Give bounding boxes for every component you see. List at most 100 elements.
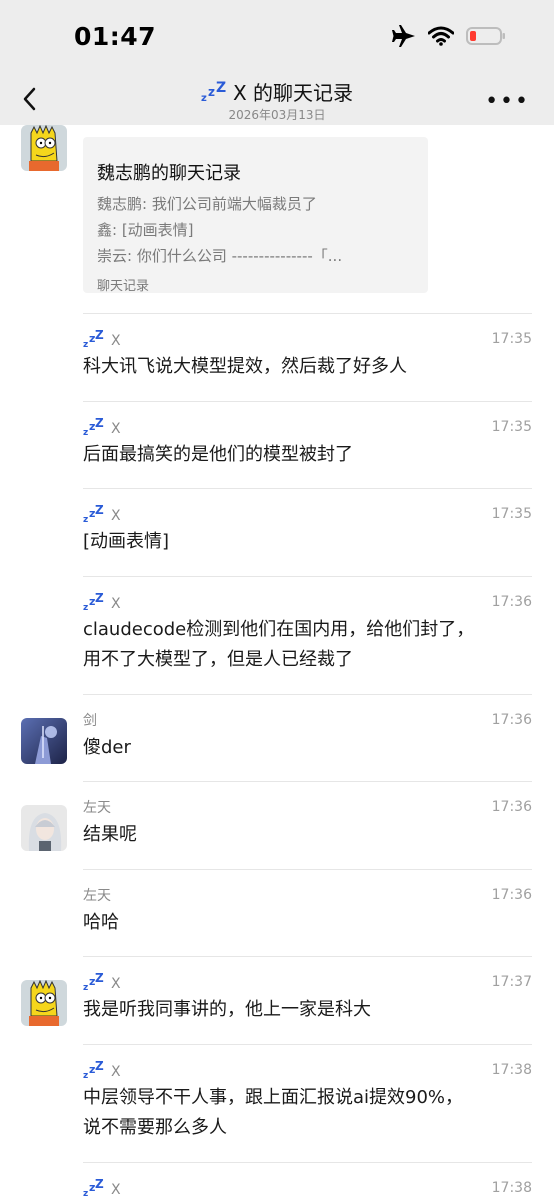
sender-name: 剑 <box>83 710 97 730</box>
message-divider <box>83 1044 532 1045</box>
message-text[interactable]: 科大讯飞说大模型提效，然后裁了好多人 <box>83 352 513 382</box>
sender-label: X <box>111 333 121 349</box>
message-divider <box>83 401 532 402</box>
svg-text:z: z <box>201 93 207 103</box>
message-divider <box>83 694 532 695</box>
message-time: 17:35 <box>491 331 532 347</box>
battery-icon <box>466 27 505 45</box>
sender-name: 左天 <box>83 885 111 905</box>
message-line: 科大讯飞说大模型提效，然后裁了好多人 <box>83 356 407 377</box>
svg-text:Z: Z <box>95 504 104 517</box>
sender-name: zzZ X <box>83 971 121 996</box>
svg-text:z: z <box>83 515 88 524</box>
svg-text:z: z <box>83 1189 88 1198</box>
message-time: 17:36 <box>491 594 532 610</box>
more-options-icon[interactable]: ••• <box>485 89 530 114</box>
sender-label: 剑 <box>83 713 97 729</box>
svg-text:z: z <box>83 603 88 612</box>
zzz-icon: zzZ <box>83 1059 105 1084</box>
message-text[interactable]: 中层领导不干人事，跟上面汇报说ai提效90%， 说不需要那么多人 <box>83 1083 513 1143</box>
message-text[interactable]: claudecode检测到他们在国内用，给他们封了， 用不了大模型了，但是人已经裁… <box>83 615 513 675</box>
chat-record-line: 崇云: 你们什么公司 ---------------「... <box>97 247 343 265</box>
sender-label: X <box>111 1064 121 1080</box>
message-time: 17:36 <box>491 799 532 815</box>
chat-record-line: 魏志鹏: 我们公司前端大幅裁员了 <box>97 195 317 213</box>
chat-history[interactable]: 魏志鹏的聊天记录 魏志鹏: 我们公司前端大幅裁员了 鑫: [动画表情] 崇云: … <box>0 125 554 1199</box>
chat-record-footer: 聊天记录 <box>97 279 150 294</box>
sender-label: X <box>111 421 121 437</box>
message-divider <box>83 313 532 314</box>
avatar[interactable] <box>21 805 67 851</box>
page-title: X 的聊天记录 <box>232 81 354 105</box>
sender-name: zzZ X <box>83 591 121 616</box>
chat-record-card[interactable]: 魏志鹏的聊天记录 魏志鹏: 我们公司前端大幅裁员了 鑫: [动画表情] 崇云: … <box>83 137 428 294</box>
sender-name: zzZ X <box>83 416 121 441</box>
avatar[interactable] <box>21 125 67 171</box>
sender-label: X <box>111 508 121 524</box>
message-line: claudecode检测到他们在国内用，给他们封了， <box>83 619 475 640</box>
message-text[interactable]: 后面最搞笑的是他们的模型被封了 <box>83 440 513 470</box>
zzz-icon: zzZ <box>83 591 105 616</box>
svg-text:Z: Z <box>216 81 226 96</box>
avatar[interactable] <box>21 980 67 1026</box>
svg-text:Z: Z <box>95 329 104 342</box>
sender-label: X <box>111 596 121 612</box>
message-line: 傻der <box>83 737 131 758</box>
zzz-icon: z z Z <box>201 81 226 103</box>
message-line: 哈哈 <box>83 912 119 933</box>
message-text[interactable]: 我是听我同事讲的，他上一家是科大 <box>83 995 513 1025</box>
message-divider <box>83 781 532 782</box>
message-divider <box>83 488 532 489</box>
zzz-icon: zzZ <box>83 416 105 441</box>
message-line: 说不需要那么多人 <box>83 1117 227 1138</box>
message-divider <box>83 1162 532 1163</box>
sender-name: zzZ X <box>83 1177 121 1199</box>
svg-text:z: z <box>83 428 88 437</box>
svg-text:z: z <box>208 85 215 99</box>
chat-record-title: 魏志鹏的聊天记录 <box>97 163 241 184</box>
sender-name: zzZ X <box>83 503 121 528</box>
nav-title-row: z z Z X 的聊天记录 <box>0 75 554 106</box>
message-line: 用不了大模型了，但是人已经裁了 <box>83 649 353 670</box>
message-text[interactable]: 结果呢 <box>83 820 513 850</box>
zzz-icon: zzZ <box>83 1177 105 1199</box>
airplane-icon <box>392 25 415 47</box>
sender-label: X <box>111 1182 121 1198</box>
svg-text:Z: Z <box>95 972 104 985</box>
message-time: 17:37 <box>491 974 532 990</box>
bart-avatar-icon <box>21 125 67 171</box>
message-time: 17:38 <box>491 1180 532 1196</box>
message-line: [动画表情] <box>83 531 170 552</box>
sender-label: 左天 <box>83 888 111 904</box>
status-bar: 01:47 <box>0 0 554 75</box>
sender-name: zzZ X <box>83 328 121 353</box>
message-divider <box>83 869 532 870</box>
status-time: 01:47 <box>74 22 157 51</box>
svg-text:z: z <box>83 983 88 992</box>
message-time: 17:38 <box>491 1062 532 1078</box>
message-text[interactable]: [动画表情] <box>83 527 513 557</box>
avatar[interactable] <box>21 718 67 764</box>
zzz-icon: zzZ <box>83 328 105 353</box>
nav-title-block: z z Z X 的聊天记录 2026年03月13日 <box>0 75 554 123</box>
svg-text:Z: Z <box>95 1060 104 1073</box>
zzz-icon: zzZ <box>83 971 105 996</box>
svg-text:Z: Z <box>95 417 104 430</box>
message-time: 17:35 <box>491 506 532 522</box>
svg-text:z: z <box>83 340 88 349</box>
status-icons <box>392 25 506 47</box>
message-time: 17:35 <box>491 419 532 435</box>
svg-text:Z: Z <box>95 1178 104 1191</box>
message-text[interactable]: 傻der <box>83 733 513 763</box>
nav-bar: z z Z X 的聊天记录 2026年03月13日 ••• <box>0 75 554 125</box>
sender-label: X <box>111 976 121 992</box>
message-time: 17:36 <box>491 712 532 728</box>
message-line: 后面最搞笑的是他们的模型被封了 <box>83 444 353 465</box>
wifi-icon <box>428 26 454 46</box>
message-text[interactable]: 哈哈 <box>83 908 513 938</box>
chat-record-line: 鑫: [动画表情] <box>97 221 194 239</box>
svg-text:Z: Z <box>95 592 104 605</box>
message-line: 我是听我同事讲的，他上一家是科大 <box>83 999 371 1020</box>
list-item: 魏志鹏的聊天记录 魏志鹏: 我们公司前端大幅裁员了 鑫: [动画表情] 崇云: … <box>0 125 554 313</box>
nav-date: 2026年03月13日 <box>228 108 326 122</box>
